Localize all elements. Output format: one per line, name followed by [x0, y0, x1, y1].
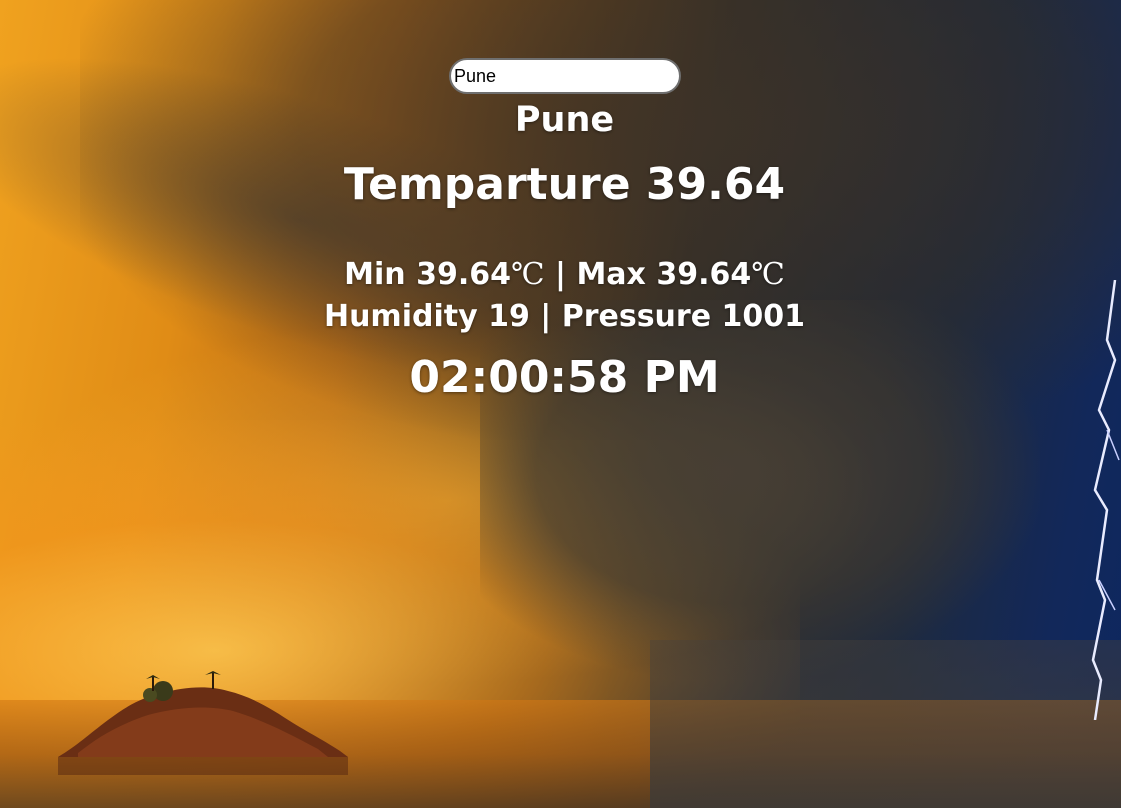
city-search-input[interactable]	[449, 58, 681, 94]
max-label: Max	[576, 257, 646, 292]
current-time: 02:00:58 PM	[409, 352, 720, 403]
temperature-heading: Temparture 39.64	[0, 157, 1121, 213]
lightning-image	[1091, 280, 1120, 720]
sea-dark	[650, 640, 1121, 808]
humidity-label: Humidity	[323, 299, 478, 334]
temperature-value: 39.64	[645, 159, 786, 210]
max-value: 39.64	[656, 257, 752, 292]
min-value: 39.64	[416, 257, 512, 292]
separator: |	[540, 299, 552, 334]
pressure-value: 1001	[721, 299, 806, 334]
min-max-line: Min 39.64℃ | Max 39.64℃	[0, 255, 1121, 295]
humidity-pressure-line: Humidity 19 | Pressure 1001	[0, 297, 1121, 337]
celsius-unit: ℃	[751, 257, 785, 292]
humidity-value: 19	[488, 299, 530, 334]
temperature-label: Temparture	[343, 159, 631, 210]
separator: |	[555, 257, 566, 292]
island-image	[58, 671, 348, 775]
city-name: Pune	[514, 100, 615, 140]
min-label: Min	[344, 257, 406, 292]
celsius-unit: ℃	[511, 257, 545, 292]
pressure-label: Pressure	[561, 299, 712, 334]
